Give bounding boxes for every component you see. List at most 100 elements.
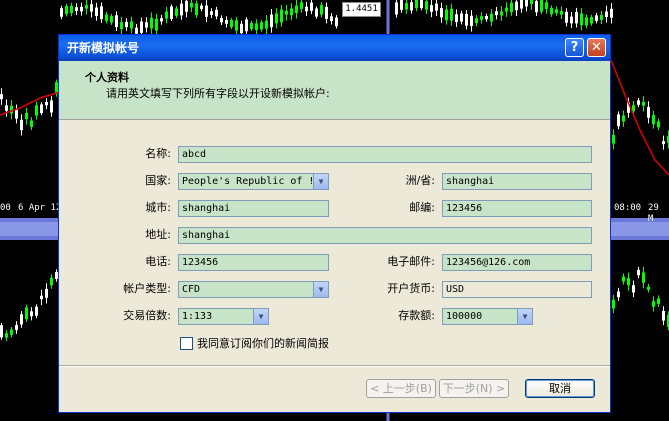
candle-body	[330, 16, 333, 22]
newsletter-label[interactable]: 我同意订阅你们的新闻简报	[197, 336, 329, 351]
candle-body	[150, 17, 153, 29]
candle-body	[210, 11, 213, 15]
candle-body	[200, 5, 203, 9]
candle-body	[525, 0, 528, 7]
candle-body	[430, 5, 433, 12]
candle-body	[170, 6, 173, 19]
leverage-select[interactable]: 1:133 ▼	[178, 308, 269, 325]
candle-body	[50, 100, 53, 113]
candle-body	[65, 6, 68, 15]
cancel-button[interactable]: 取消	[525, 379, 595, 398]
candle-body	[305, 6, 308, 12]
section-title: 个人资料	[85, 71, 129, 84]
dialog-title: 开新模拟帐号	[67, 41, 140, 55]
chevron-down-icon[interactable]: ▼	[313, 174, 328, 189]
candle-body	[647, 286, 650, 290]
currency-field: USD	[442, 281, 592, 298]
candle-body	[510, 2, 513, 13]
account-type-label: 帐户类型:	[123, 282, 171, 295]
back-button[interactable]: < 上一步(B)	[366, 379, 436, 398]
country-select[interactable]: People's Republic of ! ▼	[178, 173, 329, 190]
button-separator	[59, 365, 610, 367]
candle-body	[10, 105, 13, 114]
candle-body	[475, 18, 478, 24]
deposit-select[interactable]: 100000 ▼	[442, 308, 533, 325]
candle-body	[165, 11, 168, 19]
candle-body	[570, 16, 573, 24]
newsletter-checkbox[interactable]	[180, 337, 193, 350]
candle-body	[652, 301, 655, 307]
candle-body	[637, 269, 640, 276]
candle-body	[520, 0, 523, 9]
candle-body	[315, 8, 318, 17]
candle-body	[420, 0, 423, 9]
axis-label-3: 08:00	[614, 203, 642, 213]
close-icon[interactable]: ✕	[587, 38, 606, 57]
candle-body	[480, 16, 483, 20]
email-field[interactable]: 123456@126.com	[442, 254, 592, 271]
candle-body	[160, 18, 163, 22]
candle-body	[40, 104, 43, 114]
candle-body	[70, 5, 73, 14]
candle-body	[662, 141, 665, 145]
candle-body	[540, 0, 543, 12]
account-type-value: CFD	[182, 284, 201, 295]
candle-body	[270, 14, 273, 28]
candle-body	[220, 18, 223, 23]
candle-body	[255, 23, 258, 31]
candle-body	[617, 291, 620, 298]
candle-body	[15, 109, 18, 119]
chevron-down-icon[interactable]: ▼	[253, 309, 268, 324]
address-field[interactable]: shanghai	[178, 227, 592, 244]
price-label: 1.4451	[342, 2, 381, 17]
section-subtitle: 请用英文填写下列所有字段以开设新模拟帐户:	[106, 87, 330, 100]
candle-body	[612, 299, 615, 309]
candle-body	[45, 288, 48, 298]
account-type-select[interactable]: CFD ▼	[178, 281, 329, 298]
candle-body	[5, 105, 8, 111]
name-field[interactable]: abcd	[178, 146, 592, 163]
candle-body	[637, 100, 640, 105]
candle-body	[465, 13, 468, 26]
candle-body	[595, 15, 598, 21]
email-label: 电子邮件:	[387, 255, 435, 268]
chevron-down-icon[interactable]: ▼	[517, 309, 532, 324]
candle-body	[590, 17, 593, 24]
candle-body	[275, 13, 278, 24]
next-button[interactable]: 下一步(N) >	[439, 379, 509, 398]
city-field[interactable]: shanghai	[178, 200, 329, 217]
leverage-value: 1:133	[182, 311, 213, 322]
phone-field[interactable]: 123456	[178, 254, 329, 271]
candle-body	[612, 134, 615, 144]
candle-body	[652, 115, 655, 125]
candle-body	[320, 5, 323, 15]
candle-body	[632, 285, 635, 293]
help-icon[interactable]: ?	[565, 38, 584, 57]
candle-body	[260, 22, 263, 30]
zip-label: 邮编:	[409, 201, 435, 214]
candle-body	[605, 11, 608, 17]
candle-body	[310, 2, 313, 11]
candle-body	[185, 0, 188, 12]
candle-body	[290, 8, 293, 16]
candle-body	[440, 8, 443, 18]
candle-body	[642, 101, 645, 106]
candle-body	[30, 120, 33, 127]
candle-body	[445, 9, 448, 21]
candle-body	[295, 5, 298, 13]
dialog-titlebar[interactable]: 开新模拟帐号 ? ✕	[59, 35, 610, 61]
country-label: 国家:	[145, 174, 171, 187]
candle-body	[460, 13, 463, 22]
candle-body	[230, 19, 233, 28]
candle-body	[90, 4, 93, 12]
candle-body	[285, 10, 288, 15]
candle-body	[225, 19, 228, 24]
state-field[interactable]: shanghai	[442, 173, 592, 190]
candle-body	[15, 325, 18, 330]
chevron-down-icon[interactable]: ▼	[313, 282, 328, 297]
zip-field[interactable]: 123456	[442, 200, 592, 217]
candle-body	[235, 20, 238, 31]
candle-body	[125, 21, 128, 28]
candle-body	[100, 6, 103, 20]
candle-body	[470, 15, 473, 26]
